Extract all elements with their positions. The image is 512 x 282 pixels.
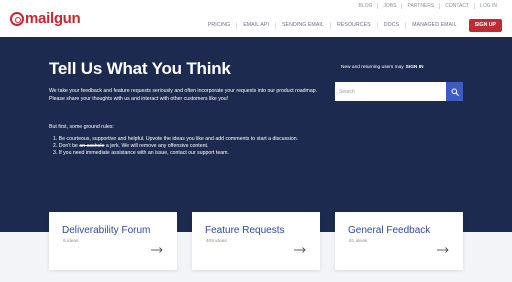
util-link-jobs[interactable]: JOBS [377,3,401,9]
logo-text: mailgun [25,10,81,27]
main-nav: PRICING EMAIL API SENDING EMAIL RESOURCE… [202,19,502,32]
util-link-blog[interactable]: BLOG [354,3,378,9]
utility-nav: BLOG JOBS PARTNERS CONTACT LOG IN [354,3,502,9]
top-navigation: mailgun BLOG JOBS PARTNERS CONTACT LOG I… [0,0,512,37]
signin-text: New and returning users may [341,65,404,70]
nav-item-email-api[interactable]: EMAIL API [236,22,275,29]
category-card-deliverability[interactable]: Deliverability Forum 6 ideas [49,212,177,270]
util-link-login[interactable]: LOG IN [474,3,502,9]
rule-item: 2. Don't be an asshole a jerk. We will r… [53,143,323,150]
page-title: Tell Us What You Think [49,59,231,78]
search-input[interactable] [335,82,446,101]
category-card-feature-requests[interactable]: Feature Requests 405 ideas [192,212,320,270]
search-button[interactable] [446,82,463,101]
card-idea-count: 405 ideas [206,239,227,244]
arrow-right-icon [294,247,306,253]
rule-item: 3. If you need immediate assistance with… [53,150,229,157]
rules-intro: But first, some ground rules: [49,124,114,130]
card-title: General Feedback [348,225,431,236]
rule-item: 1. Be courteous, supportive and helpful.… [53,136,299,142]
util-link-contact[interactable]: CONTACT [439,3,474,9]
nav-item-managed-email[interactable]: MANAGED EMAIL [405,22,463,29]
rule-2-prefix: 2. Don't be [53,143,80,150]
nav-item-resources[interactable]: RESOURCES [329,22,377,29]
card-title: Feature Requests [205,225,285,236]
nav-item-pricing[interactable]: PRICING [202,22,236,29]
arrow-right-icon [151,247,163,253]
search-bar [335,82,463,101]
card-idea-count: 81 ideas [349,239,368,244]
category-card-general-feedback[interactable]: General Feedback 81 ideas [335,212,463,270]
card-title: Deliverability Forum [62,225,151,236]
rule-2-suffix: a jerk. We will remove any offensive con… [104,143,209,150]
arrow-right-icon [437,247,449,253]
signup-button[interactable]: SIGN UP [468,19,502,32]
hero-section: Tell Us What You Think We take your feed… [0,37,512,232]
intro-paragraph: We take your feedback and feature reques… [49,88,318,102]
ground-rules-list: 1. Be courteous, supportive and helpful.… [53,136,323,158]
nav-item-docs[interactable]: DOCS [376,22,405,29]
nav-item-sending-email[interactable]: SENDING EMAIL [275,22,330,29]
at-sign-icon [10,12,24,26]
search-icon [451,88,459,96]
signin-link[interactable]: SIGN IN [406,65,424,70]
mailgun-logo[interactable]: mailgun [10,10,81,28]
util-link-partners[interactable]: PARTNERS [401,3,439,9]
rule-2-strikethrough: an asshole [79,143,105,150]
card-idea-count: 6 ideas [63,239,79,244]
signin-prompt: New and returning users may SIGN IN [341,65,424,70]
